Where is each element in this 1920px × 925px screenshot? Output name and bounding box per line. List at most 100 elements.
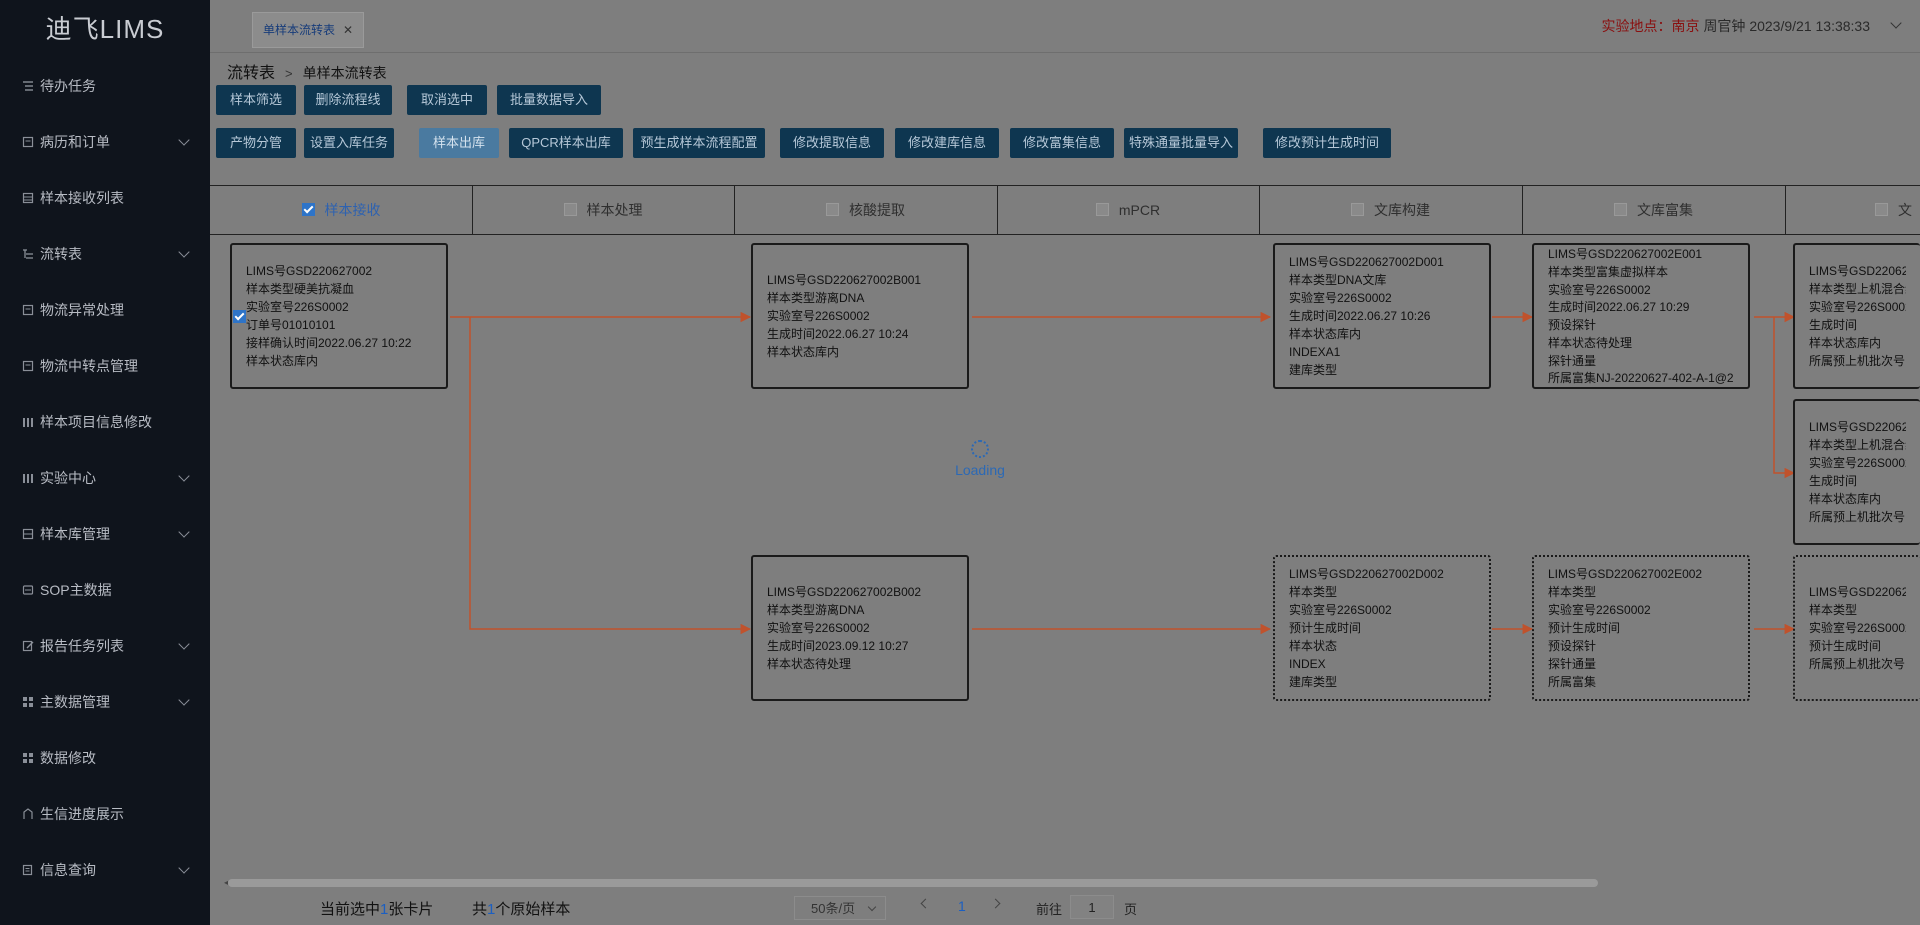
sample-card[interactable]: LIMS号GSD220627002E001 样本类型富集虚拟样本 实验室号226S0… — [1532, 243, 1750, 389]
flow-icon — [22, 248, 34, 260]
current-page[interactable]: 1 — [958, 898, 966, 914]
sidebar-item[interactable]: 物流异常处理 — [0, 282, 210, 338]
grid-icon — [22, 752, 34, 764]
card-field: 建库类型 — [1289, 675, 1338, 689]
horizontal-scrollbar[interactable]: ◂ — [224, 878, 1920, 888]
card-field: LIMS号GSD220627002B001 — [767, 273, 922, 287]
sidebar-item[interactable]: SOP主数据 — [0, 562, 210, 618]
prev-page-icon[interactable] — [920, 898, 931, 909]
sidebar-item[interactable]: 报告任务列表 — [0, 618, 210, 674]
card-field: 建库类型 — [1289, 363, 1338, 377]
sidebar-item[interactable]: 主数据管理 — [0, 674, 210, 730]
card-field: 样本状态库内 — [767, 345, 840, 359]
table-icon — [22, 192, 34, 204]
sample-card-planned[interactable]: LIMS号GSD220627002E002 样本类型 实验室号226S0002 预计生… — [1532, 555, 1750, 701]
sidebar-item[interactable]: 待办任务 — [0, 58, 210, 114]
card-field: 生成时间 — [1809, 474, 1858, 488]
total-prefix: 共 — [472, 901, 488, 918]
sidebar-item[interactable]: 样本项目信息修改 — [0, 394, 210, 450]
sidebar-item-label: SOP主数据 — [40, 582, 112, 598]
sidebar-item-label: 生信进度展示 — [40, 806, 124, 822]
sample-card[interactable]: LIMS号GSD220627002B002 样本类型游离DNA 实验室号226S00… — [751, 555, 969, 701]
database-icon — [22, 584, 34, 596]
card-field: 样本类型上机混合组 — [1809, 282, 1906, 296]
card-field: 生成时间2022.06.27 10:26 — [1289, 309, 1431, 323]
next-page-icon[interactable] — [990, 898, 1001, 909]
sidebar-item-label: 病历和订单 — [40, 134, 110, 150]
card-field: 样本类型游离DNA — [767, 291, 865, 305]
box-icon — [22, 528, 34, 540]
loading-text: Loading — [955, 462, 1005, 478]
card-field: 样本类型 — [1548, 585, 1597, 599]
card-field: 订单号01010101 — [246, 318, 336, 332]
sidebar-item-label: 样本项目信息修改 — [40, 414, 152, 430]
chevron-down-icon — [178, 862, 190, 874]
sidebar-item[interactable]: 病历和订单 — [0, 114, 210, 170]
chevron-down-icon — [178, 470, 190, 482]
card-field: 实验室号226S0002 — [1809, 456, 1906, 470]
card-field: LIMS号GSD22062700 — [1809, 585, 1906, 599]
card-field: 样本状态 — [1289, 639, 1338, 653]
card-field: LIMS号GSD220627002D002 — [1289, 567, 1444, 581]
sample-card-planned[interactable]: LIMS号GSD22062700 样本类型实验室号226S0002 预计生成时间所属… — [1793, 555, 1920, 701]
sidebar-item-label: 物流中转点管理 — [40, 358, 138, 374]
sidebar-item[interactable]: 样本库管理 — [0, 506, 210, 562]
sample-card-planned[interactable]: LIMS号GSD220627002D002 样本类型 实验室号226S0002 预计生… — [1273, 555, 1491, 701]
card-field: 样本状态待处理 — [1548, 335, 1633, 350]
page-size-select[interactable]: 50条/页 — [794, 896, 886, 920]
card-field: 样本类型硬美抗凝血 — [246, 282, 355, 296]
goto-page-input[interactable]: 1 — [1070, 895, 1114, 919]
sidebar-item[interactable]: 数据修改 — [0, 730, 210, 786]
sidebar-item-label: 主数据管理 — [40, 694, 110, 710]
card-field: 接样确认时间2022.06.27 10:22 — [246, 336, 412, 350]
sidebar-item[interactable]: 流转表 — [0, 226, 210, 282]
chart-icon — [22, 808, 34, 820]
sample-card[interactable]: LIMS号GSD220627002 样本类型硬美抗凝血 实验室号226S0002 订单… — [230, 243, 448, 389]
card-field: 样本状态待处理 — [767, 657, 852, 671]
card-field: 样本类型游离DNA — [767, 603, 865, 617]
card-field: 探针通量 — [1548, 353, 1597, 368]
sidebar-item-label: 信息查询 — [40, 862, 96, 878]
card-field: LIMS号GSD22062700 — [1809, 420, 1906, 434]
sample-card[interactable]: LIMS号GSD22062700 样本类型上机混合组实验室号226S0002 生成时… — [1793, 243, 1920, 389]
bars-icon — [22, 416, 34, 428]
card-field: 所属富集 — [1548, 675, 1597, 689]
sidebar-item-label: 数据修改 — [40, 750, 96, 766]
sidebar-item[interactable]: 生信进度展示 — [0, 786, 210, 842]
selected-prefix: 当前选中 — [320, 901, 381, 918]
sample-card[interactable]: LIMS号GSD220627002B001 样本类型游离DNA 实验室号226S00… — [751, 243, 969, 389]
card-checkbox[interactable] — [233, 310, 246, 325]
card-field: 生成时间2023.09.12 10:27 — [767, 639, 909, 653]
document-icon — [22, 136, 34, 148]
card-field: 所属预上机批次号 — [1809, 510, 1906, 524]
chevron-down-icon — [867, 902, 877, 912]
sidebar-item-label: 样本接收列表 — [40, 190, 124, 206]
card-field: 实验室号226S0002 — [246, 300, 349, 314]
sidebar-item[interactable]: 信息查询 — [0, 842, 210, 898]
sidebar-item[interactable]: 物流中转点管理 — [0, 338, 210, 394]
scrollbar-thumb[interactable] — [228, 879, 1598, 887]
card-field: 样本类型上机混合组 — [1809, 438, 1906, 452]
card-field: 实验室号226S0002 — [1289, 603, 1392, 617]
card-field: 样本类型 — [1809, 603, 1858, 617]
chevron-down-icon — [178, 246, 190, 258]
edit-icon — [22, 640, 34, 652]
card-field: 样本状态库内 — [1809, 492, 1882, 506]
sidebar-item-label: 流转表 — [40, 246, 82, 262]
flow-connectors — [450, 311, 1796, 635]
sidebar-item-label: 物流异常处理 — [40, 302, 124, 318]
sidebar-item[interactable]: 实验中心 — [0, 450, 210, 506]
sidebar: 迪飞LIMS 待办任务 病历和订单 样本接收列表 流转表 物流异常处理 物流中转点管理 样本… — [0, 0, 210, 925]
sidebar-item[interactable]: 样本接收列表 — [0, 170, 210, 226]
card-field: 样本状态库内 — [246, 354, 319, 368]
sidebar-nav: 待办任务病历和订单样本接收列表 流转表物流异常处理 物流中转点管理 样本项目信息修改实… — [0, 58, 210, 898]
sample-card[interactable]: LIMS号GSD22062700 样本类型上机混合组实验室号226S0002 生成时… — [1793, 399, 1920, 545]
goto-label: 前往 — [1036, 902, 1063, 917]
card-field: 所属富集NJ-20220627-402-A-1@2 — [1548, 371, 1734, 386]
card-field: 样本状态库内 — [1809, 336, 1882, 350]
selected-suffix: 张卡片 — [388, 901, 434, 918]
card-field: 实验室号226S0002 — [1289, 291, 1392, 305]
document-icon — [22, 360, 34, 372]
sample-card[interactable]: LIMS号GSD220627002D001 样本类型DNA文库 实验室号226S00… — [1273, 243, 1491, 389]
card-field: 预设探针 — [1548, 318, 1597, 332]
